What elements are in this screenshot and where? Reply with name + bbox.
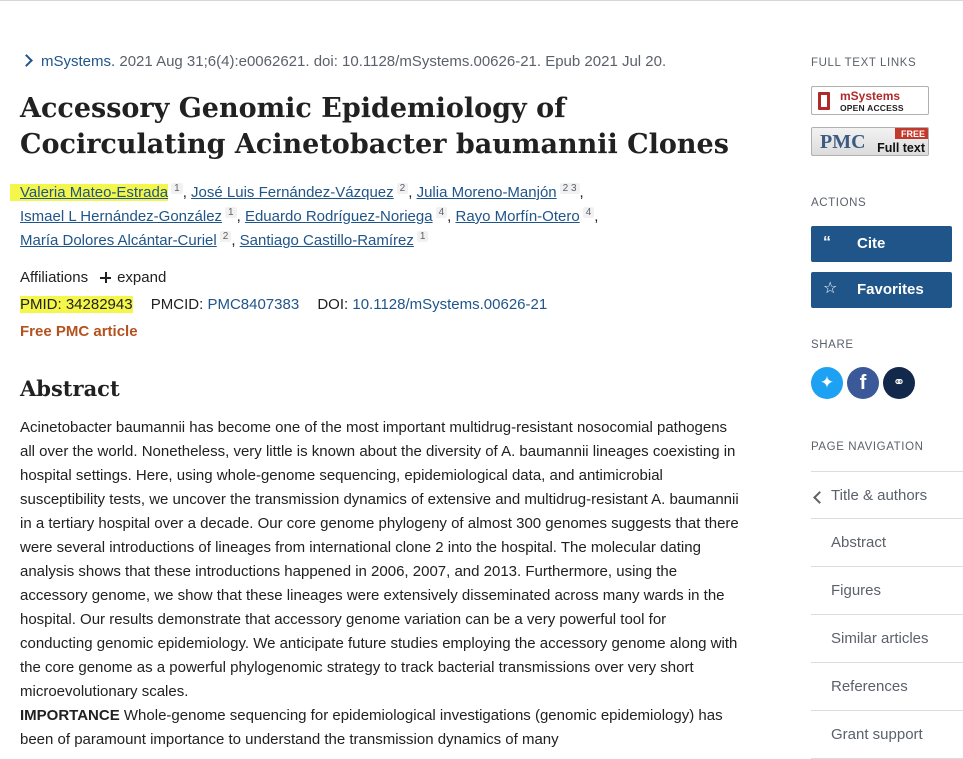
author-link[interactable]: Eduardo Rodríguez-Noriega (245, 208, 433, 225)
affiliation-ref[interactable]: 2 (219, 231, 232, 242)
actions-heading: ACTIONS (811, 197, 867, 209)
doi-label: DOI: (317, 296, 349, 313)
pmcid-link[interactable]: PMC8407383 (207, 296, 299, 313)
msystems-logo-icon (818, 92, 830, 110)
cite-label: Cite (857, 235, 886, 252)
author-list: Valeria Mateo-Estrada 1, José Luis Fernán… (10, 181, 660, 253)
affiliation-ref[interactable]: 1 (171, 183, 183, 194)
affiliations-label: Affiliations (20, 269, 89, 286)
pmid-label: PMID: (20, 296, 62, 313)
free-pmc-article-label: Free PMC article (20, 323, 138, 340)
cite-button[interactable]: “ Cite (811, 226, 952, 262)
star-icon: ☆ (823, 280, 838, 297)
journal-link[interactable]: mSystems. (41, 53, 115, 70)
share-heading: SHARE (811, 339, 854, 351)
pmc-logo: PMC (820, 131, 866, 153)
favorites-button[interactable]: ☆ Favorites (811, 272, 952, 308)
favorites-label: Favorites (857, 281, 924, 298)
author-link[interactable]: María Dolores Alcántar-Curiel (20, 232, 217, 249)
affiliation-ref[interactable]: 2 (396, 183, 409, 194)
full-text-links-heading: FULL TEXT LINKS (811, 57, 917, 69)
importance-label: IMPORTANCE (20, 707, 120, 724)
affiliation-ref[interactable]: 2 3 (559, 183, 580, 194)
identifiers: PMID: 34282943 PMCID: PMC8407383 DOI: 10… (20, 296, 547, 313)
msystems-badge-label: mSystems (840, 89, 901, 103)
nav-item-grant-support[interactable]: Grant support (811, 711, 963, 759)
pmid-highlight: PMID: 34282943 (20, 296, 133, 313)
msystems-open-access-link[interactable]: mSystems OPEN ACCESS (811, 86, 929, 115)
article-title: Accessory Genomic Epidemiology of Cocirc… (20, 93, 729, 160)
citation-details: 2021 Aug 31;6(4):e0062621. doi: 10.1128/… (115, 53, 667, 70)
nav-item-title-authors[interactable]: Title & authors (811, 471, 963, 519)
affiliation-ref[interactable]: 1 (416, 231, 429, 242)
chevron-right-icon[interactable] (20, 54, 33, 67)
page-navigation: Title & authors Abstract Figures Similar… (811, 471, 963, 759)
twitter-icon[interactable]: ✦ (811, 367, 843, 399)
abstract-text: Acinetobacter baumannii has become one o… (20, 419, 739, 700)
pmc-full-text-label: Full text (877, 141, 925, 155)
pmid-value: 34282943 (65, 296, 133, 313)
quote-icon: “ (823, 234, 831, 251)
top-border (0, 0, 963, 1)
nav-item-similar-articles[interactable]: Similar articles (811, 615, 963, 663)
affiliation-ref[interactable]: 4 (582, 207, 595, 218)
author-link[interactable]: Valeria Mateo-Estrada (20, 184, 168, 201)
pmc-full-text-link[interactable]: PMC FREE Full text (811, 127, 929, 156)
abstract-body: Acinetobacter baumannii has become one o… (20, 416, 740, 752)
pmc-free-label: FREE (894, 128, 928, 139)
affiliation-ref[interactable]: 4 (435, 207, 448, 218)
author-link[interactable]: Julia Moreno-Manjón (417, 184, 557, 201)
nav-item-references[interactable]: References (811, 663, 963, 711)
pmcid-label: PMCID: (150, 296, 204, 313)
author-link[interactable]: José Luis Fernández-Vázquez (191, 184, 394, 201)
nav-item-abstract[interactable]: Abstract (811, 519, 963, 567)
open-access-label: OPEN ACCESS (840, 103, 904, 113)
facebook-icon[interactable]: f (847, 367, 879, 399)
author-link[interactable]: Ismael L Hernández-González (20, 208, 222, 225)
link-icon[interactable]: ⚭ (883, 367, 915, 399)
chevron-left-icon (813, 491, 826, 504)
expand-label: expand (117, 269, 167, 286)
nav-item-figures[interactable]: Figures (811, 567, 963, 615)
doi-link[interactable]: 10.1128/mSystems.00626-21 (352, 296, 547, 313)
affiliation-ref[interactable]: 1 (225, 207, 237, 218)
abstract-heading: Abstract (20, 376, 120, 401)
page-navigation-heading: PAGE NAVIGATION (811, 441, 924, 453)
author-link[interactable]: Rayo Morfín-Otero (455, 208, 579, 225)
citation-line: mSystems. 2021 Aug 31;6(4):e0062621. doi… (20, 53, 666, 70)
author-link[interactable]: Santiago Castillo-Ramírez (240, 232, 414, 249)
affiliations-toggle[interactable]: Affiliations expand (20, 269, 166, 286)
importance-text: Whole-genome sequencing for epidemiologi… (20, 707, 723, 748)
plus-icon (100, 272, 112, 283)
